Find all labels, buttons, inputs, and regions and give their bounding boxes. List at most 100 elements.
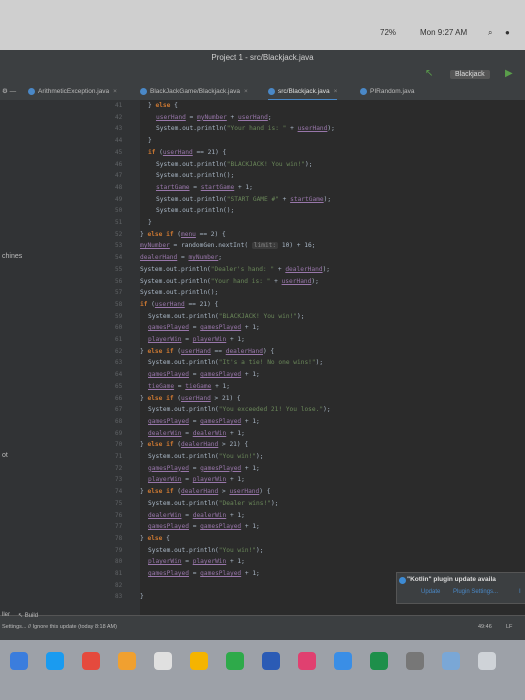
- facetime-icon[interactable]: [226, 652, 244, 670]
- code-line: System.out.println("BLACKJACK! You win!"…: [156, 160, 313, 168]
- code-line: startGame = startGame + 1;: [156, 183, 253, 191]
- code-line: playerWin = playerWin + 1;: [148, 558, 245, 566]
- line-number: 82: [115, 581, 123, 589]
- java-file-icon: [360, 87, 367, 95]
- tab-src-blackjack[interactable]: src/Blackjack.java ×: [268, 85, 338, 101]
- code-line: System.out.println();: [156, 172, 235, 180]
- line-number: 47: [115, 172, 123, 180]
- excel-icon[interactable]: [370, 652, 388, 670]
- status-text[interactable]: Settings... // Ignore this update (today…: [2, 624, 117, 630]
- menubar: 72% Mon 9:27 AM ⌕ ●: [0, 0, 525, 50]
- line-number: 66: [115, 394, 123, 402]
- code-line: dealerWin = dealerWin + 1;: [148, 429, 245, 437]
- word-icon[interactable]: [262, 652, 280, 670]
- close-icon[interactable]: ×: [334, 88, 338, 95]
- plugin-settings-link[interactable]: Plugin Settings...: [453, 589, 498, 595]
- line-number: 64: [115, 371, 123, 379]
- line-number: 62: [115, 347, 123, 355]
- code-line: System.out.println("You win!");: [148, 546, 264, 554]
- bluetooth-icon[interactable]: [334, 652, 352, 670]
- finder-icon[interactable]: [10, 652, 28, 670]
- code-line: System.out.println();: [140, 289, 219, 297]
- code-line: if (userHand == 21) {: [140, 300, 219, 308]
- run-config-dropdown[interactable]: Blackjack: [450, 70, 490, 79]
- code-line: gamesPlayed = gamesPlayed + 1;: [148, 417, 260, 425]
- build-button[interactable]: ↖ Build: [18, 612, 38, 619]
- control-icon[interactable]: ●: [505, 28, 510, 37]
- line-number: 57: [115, 289, 123, 297]
- ignore-link[interactable]: I: [519, 589, 521, 595]
- line-number: 50: [115, 207, 123, 215]
- tab-blackjackgame[interactable]: BlackJackGame/Blackjack.java ×: [140, 85, 248, 99]
- code-line: System.out.println();: [156, 207, 235, 215]
- search-icon[interactable]: ⌕: [488, 28, 492, 38]
- line-number: 44: [115, 137, 123, 145]
- cursor-position[interactable]: 49:46: [478, 624, 492, 630]
- appstore-icon[interactable]: [46, 652, 64, 670]
- line-separator[interactable]: LF: [506, 624, 512, 630]
- line-number: 73: [115, 476, 123, 484]
- line-number: 45: [115, 148, 123, 156]
- battery-status: 72%: [380, 28, 397, 37]
- chrome-icon[interactable]: [82, 652, 100, 670]
- tab-pirandom[interactable]: PIRandom.java: [360, 85, 414, 99]
- clock: Mon 9:27 AM: [420, 28, 468, 37]
- trash-icon[interactable]: [478, 652, 496, 670]
- code-line: System.out.println("You win!");: [148, 453, 264, 460]
- line-number: 43: [115, 125, 123, 133]
- run-icon[interactable]: ▶: [505, 68, 513, 79]
- line-number: 55: [115, 265, 123, 273]
- close-icon[interactable]: ×: [244, 88, 248, 95]
- back-icon[interactable]: ↖: [425, 68, 433, 79]
- calendar-icon[interactable]: [154, 652, 172, 670]
- code-line: gamesPlayed = gamesPlayed + 1;: [148, 570, 260, 577]
- line-number: 56: [115, 277, 123, 285]
- code-editor[interactable]: } else {userHand = myNumber + userHand; S…: [140, 100, 525, 615]
- line-number: 71: [115, 453, 123, 460]
- code-line: gamesPlayed = gamesPlayed + 1;: [148, 523, 260, 531]
- update-link[interactable]: Update: [421, 589, 440, 595]
- line-number: 53: [115, 242, 123, 250]
- line-number: 67: [115, 406, 123, 414]
- code-line: }: [140, 593, 144, 601]
- code-line: } else if (dealerHand > 21) {: [140, 441, 249, 449]
- line-number: 59: [115, 312, 123, 320]
- code-line: System.out.println("Dealer wins!");: [148, 499, 279, 507]
- plugin-update-notification: "Kotlin" plugin update availa Update Plu…: [396, 572, 525, 604]
- tool-window-label[interactable]: ller: [2, 612, 10, 618]
- project-panel-label: ot: [2, 452, 8, 459]
- photos-icon[interactable]: [190, 652, 208, 670]
- code-line: } else if (menu == 2) {: [140, 230, 226, 238]
- line-number: 49: [115, 195, 123, 203]
- line-number: 80: [115, 558, 123, 566]
- intellij-icon[interactable]: [298, 652, 316, 670]
- settings-icon[interactable]: [406, 652, 424, 670]
- line-number: 63: [115, 359, 123, 367]
- folder-icon[interactable]: [442, 652, 460, 670]
- code-line: gamesPlayed = gamesPlayed + 1;: [148, 371, 260, 379]
- code-line: dealerWin = dealerWin + 1;: [148, 511, 245, 519]
- tab-arithmeticexception[interactable]: ArithmeticException.java ×: [28, 85, 117, 99]
- app-icon[interactable]: [118, 652, 136, 670]
- code-line: gamesPlayed = gamesPlayed + 1;: [148, 324, 260, 332]
- build-icon: ↖: [18, 613, 24, 619]
- code-line: } else if (userHand == dealerHand) {: [140, 347, 275, 355]
- code-line: System.out.println("START GAME #" + star…: [156, 195, 332, 203]
- line-number: 51: [115, 219, 123, 226]
- code-line: System.out.println("You exceeded 21! You…: [148, 406, 331, 414]
- code-line: }: [148, 137, 152, 145]
- close-icon[interactable]: ×: [113, 88, 117, 95]
- line-number: 78: [115, 534, 123, 542]
- dock: [0, 640, 525, 700]
- editor-tabs: ⚙ — ArithmeticException.java × BlackJackG…: [0, 84, 525, 101]
- settings-icon[interactable]: ⚙ —: [2, 85, 16, 99]
- code-line: } else {: [148, 102, 178, 109]
- gutter: chines ot 41 42 43 44 45 46 47 48 49 50 51 52 53 54 55…: [0, 100, 140, 615]
- line-number: 83: [115, 593, 123, 601]
- line-number: 75: [115, 499, 123, 507]
- line-number: 61: [115, 336, 123, 343]
- code-line: if (userHand == 21) {: [148, 148, 227, 156]
- java-file-icon: [140, 87, 147, 95]
- line-number: 60: [115, 324, 123, 332]
- line-number: 72: [115, 464, 123, 472]
